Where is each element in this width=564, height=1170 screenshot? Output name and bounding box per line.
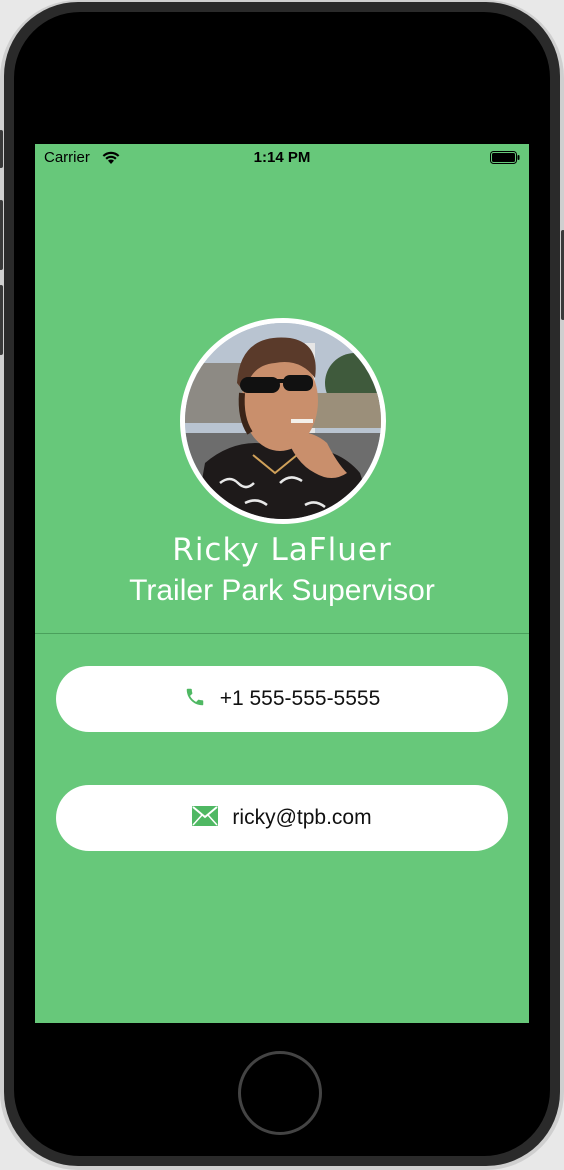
volume-up-button bbox=[0, 200, 3, 270]
phone-icon bbox=[184, 686, 206, 713]
envelope-icon bbox=[192, 805, 219, 831]
app-screen: Carrier 1:14 PM Ricky LaFluer Trailer Pa… bbox=[35, 144, 529, 1023]
profile-photo-illustration bbox=[185, 323, 381, 519]
phone-number: +1 555-555-5555 bbox=[219, 687, 381, 710]
device-frame: Carrier 1:14 PM Ricky LaFluer Trailer Pa… bbox=[0, 0, 564, 1170]
battery-icon bbox=[490, 151, 520, 164]
profile-job-title: Trailer Park Supervisor bbox=[129, 574, 435, 607]
volume-down-button bbox=[0, 285, 3, 355]
profile-name: Ricky LaFluer bbox=[172, 532, 392, 568]
phone-button[interactable]: +1 555-555-5555 bbox=[56, 666, 508, 732]
email-button[interactable]: ricky@tpb.com bbox=[56, 785, 508, 851]
home-button[interactable] bbox=[238, 1051, 322, 1135]
mute-switch bbox=[0, 130, 3, 168]
section-divider bbox=[35, 633, 529, 634]
email-address: ricky@tpb.com bbox=[232, 806, 372, 829]
status-bar: Carrier 1:14 PM bbox=[35, 144, 529, 172]
status-time: 1:14 PM bbox=[253, 149, 311, 166]
profile-photo bbox=[180, 318, 386, 524]
